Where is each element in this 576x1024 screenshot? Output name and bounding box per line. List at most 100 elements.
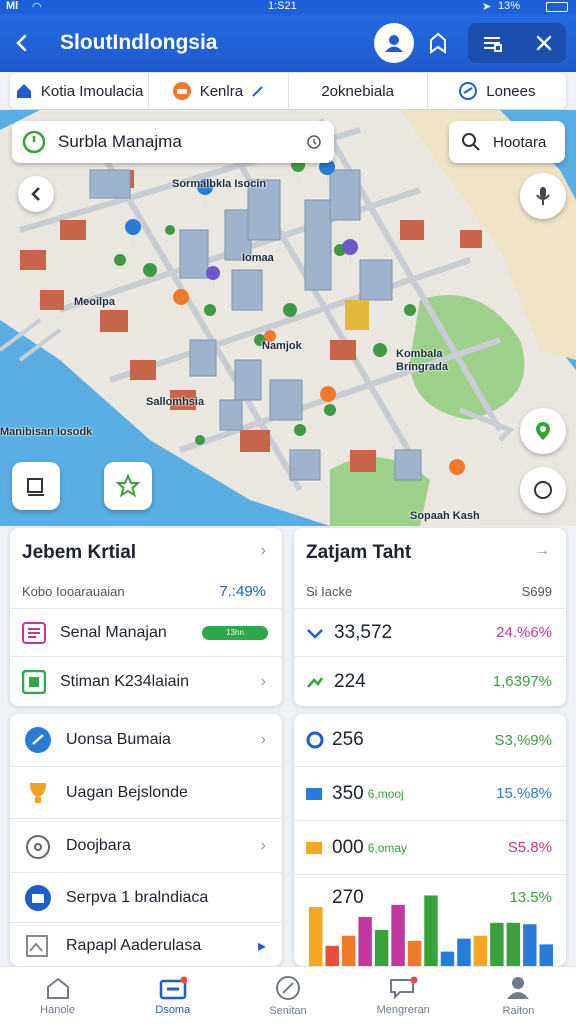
layers-button[interactable] <box>472 23 512 63</box>
image-icon <box>26 934 48 957</box>
stat-row: 256 S3,%9% <box>294 714 566 766</box>
tab-2oknebiala[interactable]: 2oknebiala <box>289 73 428 109</box>
favorite-place-button[interactable] <box>104 462 152 510</box>
favorite-button[interactable] <box>418 23 458 63</box>
nav-home[interactable]: Hanole <box>0 967 115 1024</box>
filter-tabs: Kotia Imoulacia Kenlra 2oknebiala Lonees <box>10 73 566 109</box>
map-search-chip[interactable]: Surbla Manajma <box>12 121 334 163</box>
microphone-icon <box>536 187 550 205</box>
stat-value: 224 <box>334 670 366 692</box>
stat-percent: 1,6397% <box>492 673 552 690</box>
blue-swatch-icon <box>306 787 322 800</box>
edit-icon <box>252 86 263 97</box>
profile-button[interactable] <box>374 23 414 63</box>
list-item[interactable]: Serpva 1 bralndiaca <box>10 872 282 922</box>
stat-sub: 6,mooj <box>367 786 404 801</box>
chart-bar <box>374 930 389 966</box>
list-item[interactable]: Doojbara › <box>10 818 282 872</box>
transit-icon <box>172 82 191 100</box>
timer-icon <box>26 834 50 859</box>
map-label: Iomaa <box>242 252 274 264</box>
summary-card-left[interactable]: Jebem Krtial › Kobo Iooarauaian 7.:49% S… <box>10 528 282 706</box>
stat-percent: S3,%9% <box>494 731 552 749</box>
stat-percent: 24.%6% <box>496 624 552 641</box>
card-subtitle: Kobo Iooarauaian <box>22 584 125 599</box>
stat-percent: 15.%8% <box>496 785 552 802</box>
list-item[interactable]: Stiman K234laiain › <box>10 656 282 706</box>
chevron-right-icon: › <box>260 542 266 559</box>
bookmark-home-icon <box>430 32 446 54</box>
chart-bar <box>490 922 504 966</box>
location-pin-icon <box>536 422 550 440</box>
list-item-label: Serpva 1 bralndiaca <box>66 888 209 906</box>
nav-raiton[interactable]: Raiton <box>461 967 576 1024</box>
chart-bar <box>457 938 471 966</box>
home-icon <box>46 977 69 999</box>
home-icon <box>16 84 31 98</box>
chart-bar <box>523 924 537 966</box>
list-item[interactable]: Uonsa Bumaia › <box>10 714 282 766</box>
tab-kenlra[interactable]: Kenlra <box>149 73 289 109</box>
wifi-icon: ◠ <box>32 1 42 13</box>
compass-icon <box>276 975 300 1000</box>
bottom-navigation: Hanole Dsoma Senitan Mengreran Raiton <box>0 966 576 1024</box>
list-item-label: Rapapl Aaderulasa <box>66 936 202 954</box>
tab-lonees[interactable]: Lonees <box>428 73 566 109</box>
trend-down-icon <box>307 628 323 639</box>
stat-row: 000 6,omay S5.8% <box>294 820 566 874</box>
map-label: Sallomhsia <box>146 396 205 408</box>
list-item[interactable]: Senal Manajan 13hn <box>10 608 282 656</box>
map-label: Sopaah Kash <box>410 510 480 522</box>
list-item-label: Uagan Bejslonde <box>66 783 188 801</box>
list-item[interactable]: Rapapl Aaderulasa ▸ <box>10 922 282 966</box>
close-icon <box>536 35 552 51</box>
chart-bar <box>391 904 405 966</box>
map-label: Kombala Bringrada <box>396 348 448 373</box>
close-button[interactable] <box>524 23 564 63</box>
tab-label: Lonees <box>486 82 536 100</box>
map-search-right-chip[interactable]: Hootara <box>449 121 565 163</box>
nav-senitan[interactable]: Senitan <box>230 967 345 1024</box>
battery-icon <box>546 2 568 12</box>
clock-icon <box>307 135 321 149</box>
menu-list-card: Uonsa Bumaia › Uagan Bejslonde Doojbara … <box>10 714 282 966</box>
chevron-right-icon: › <box>260 731 266 748</box>
tab-kotia[interactable]: Kotia Imoulacia <box>10 73 150 109</box>
right-chip-label: Hootara <box>493 133 547 151</box>
voice-search-button[interactable] <box>520 173 566 219</box>
summary-card-right[interactable]: Zatjam Taht → Si Iacke S699 33,572 24.%6… <box>294 528 566 706</box>
nav-mengreran[interactable]: Mengreran <box>346 967 461 1024</box>
tab-label: Kotia Imoulacia <box>40 82 144 100</box>
nav-label: Senitan <box>269 1004 307 1017</box>
checkbox-icon <box>22 669 46 694</box>
nav-dsoma[interactable]: Dsoma <box>115 967 230 1024</box>
back-button[interactable] <box>2 23 42 63</box>
nav-label: Hanole <box>40 1003 76 1016</box>
map-back-button[interactable] <box>18 176 54 212</box>
refresh-icon <box>306 731 324 749</box>
compass-button[interactable] <box>520 467 566 513</box>
map-canvas <box>0 110 576 526</box>
list-item[interactable]: Uagan Bejslonde <box>10 766 282 818</box>
wallet-icon <box>159 976 187 999</box>
city-map[interactable]: Surbla Manajma Hootara Sormalbkla Isocin… <box>0 110 576 526</box>
chart-bar <box>407 940 422 966</box>
status-bar: Ml ◠ 1:S21 ➤ 13% <box>0 0 576 14</box>
map-tool-button[interactable] <box>12 462 60 510</box>
chart-bar <box>539 944 553 966</box>
map-label: Namjok <box>262 340 302 352</box>
my-location-button[interactable] <box>520 408 566 454</box>
orange-swatch-icon <box>306 841 322 854</box>
chevron-left-icon <box>31 187 40 201</box>
nav-label: Mengreran <box>376 1003 430 1016</box>
map-label: Meoilpa <box>74 296 115 308</box>
stat-row: 224 1,6397% <box>294 656 566 706</box>
stat-sub: 6,omay <box>367 840 408 855</box>
back-arrow-icon <box>16 34 27 52</box>
nav-label: Dsoma <box>155 1003 191 1016</box>
stat-value: 000 <box>332 836 364 858</box>
chevron-right-icon: › <box>260 672 266 690</box>
trend-up-icon <box>307 676 324 688</box>
nav-label: Raiton <box>502 1004 535 1017</box>
chart-bar <box>473 935 488 966</box>
